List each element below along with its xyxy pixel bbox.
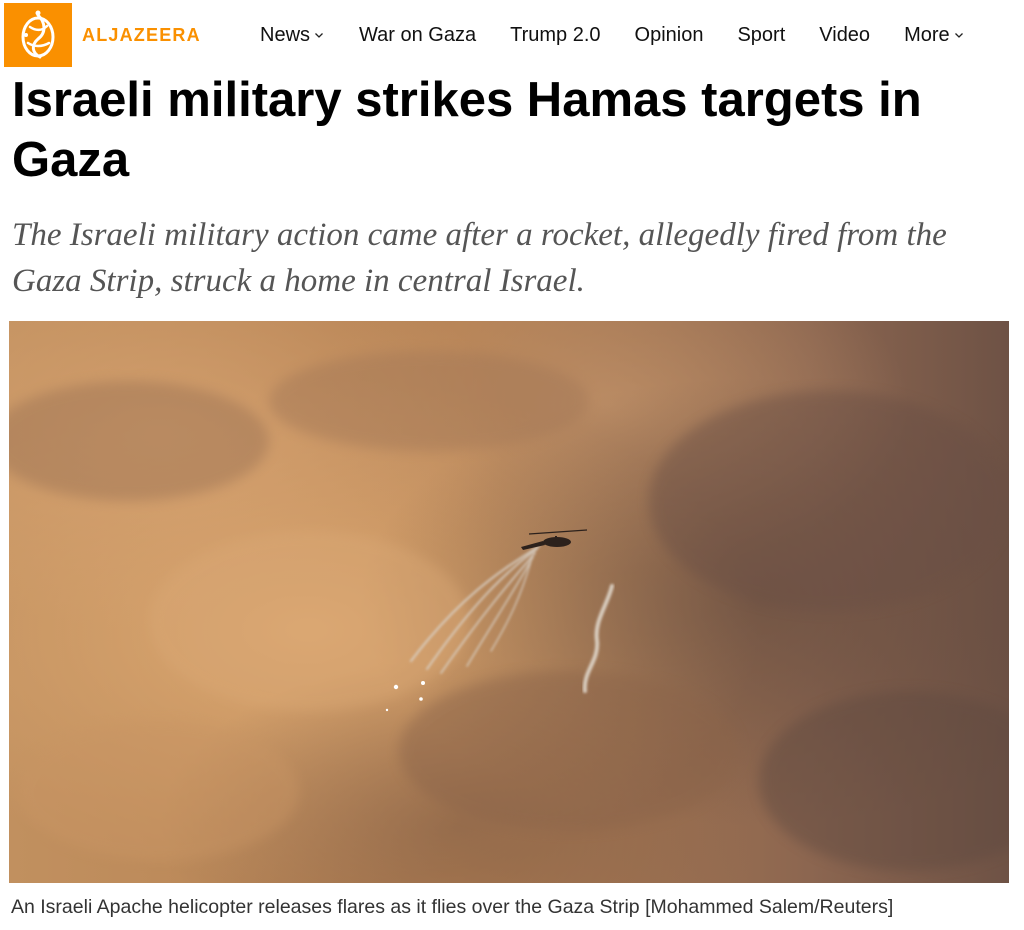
nav-item-video[interactable]: Video	[819, 24, 870, 47]
site-header: ALJAZEERA News War on Gaza Trump 2.0 Opi…	[0, 0, 1024, 70]
nav-item-label: News	[260, 23, 311, 46]
nav-item-news[interactable]: News	[260, 24, 325, 47]
nav-item-label: Trump 2.0	[510, 23, 601, 46]
nav-item-opinion[interactable]: Opinion	[635, 24, 704, 47]
main-nav: News War on Gaza Trump 2.0 Opinion Sport…	[260, 18, 965, 52]
article-hero-image	[9, 321, 1009, 883]
aljazeera-logo-icon	[4, 3, 72, 67]
nav-item-war-on-gaza[interactable]: War on Gaza	[359, 24, 476, 47]
nav-item-sport[interactable]: Sport	[737, 24, 785, 47]
nav-item-label: More	[904, 23, 950, 46]
article-headline: Israeli military strikes Hamas targets i…	[12, 73, 922, 187]
site-logo[interactable]: ALJAZEERA	[4, 2, 201, 68]
chevron-down-icon	[315, 33, 323, 38]
image-caption: An Israeli Apache helicopter releases fl…	[11, 896, 894, 918]
nav-item-label: Sport	[737, 23, 786, 46]
nav-item-trump-2[interactable]: Trump 2.0	[510, 24, 600, 47]
helicopter-smoke-photo	[9, 321, 1009, 883]
brand-wordmark: ALJAZEERA	[82, 24, 201, 45]
nav-item-label: Video	[819, 23, 871, 46]
article-standfirst: The Israeli military action came after a…	[12, 217, 947, 299]
nav-item-more[interactable]: More	[904, 24, 965, 47]
nav-item-label: Opinion	[634, 23, 704, 46]
chevron-down-icon	[954, 33, 963, 38]
nav-item-label: War on Gaza	[359, 23, 477, 46]
